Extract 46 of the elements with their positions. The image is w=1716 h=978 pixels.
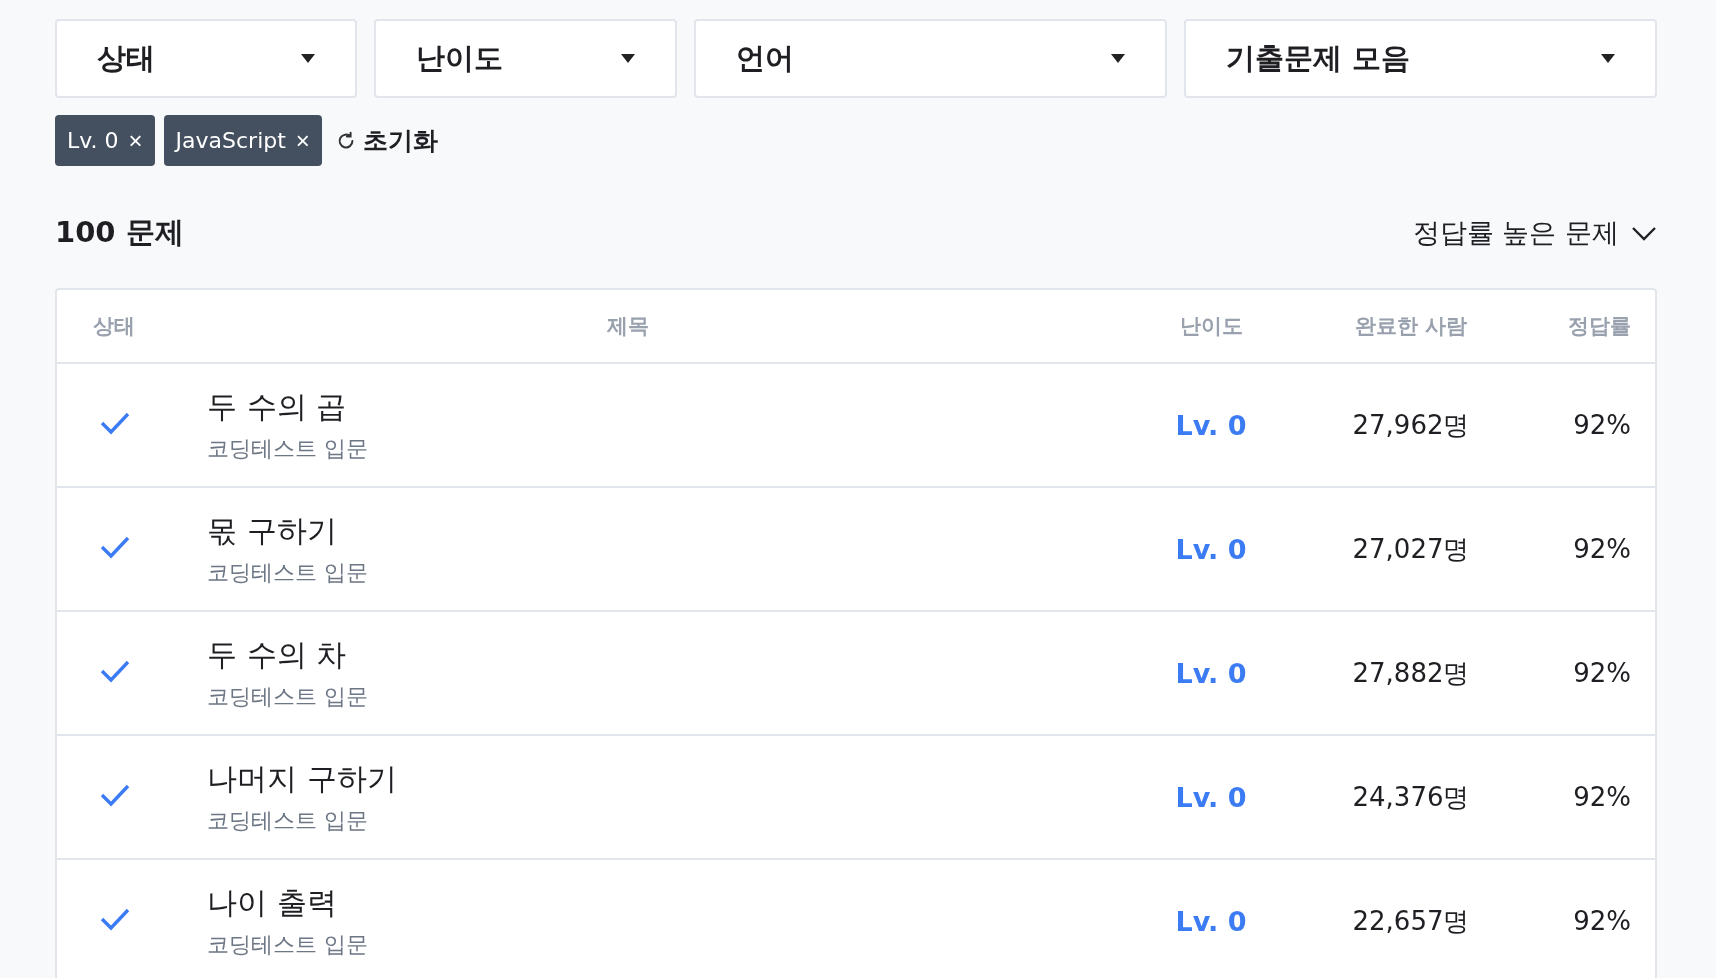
problem-count: 100 문제 [55, 214, 184, 251]
column-header: 정답률 [1568, 313, 1631, 340]
completed-count: 27,882명 [1352, 656, 1470, 690]
problem-category: 코딩테스트 입문 [207, 930, 368, 959]
filter-dropdown[interactable]: 언어 [693, 19, 1167, 98]
chevron-down-icon [1631, 225, 1657, 241]
filter-dropdown[interactable]: 상태 [55, 19, 358, 98]
filter-dropdown[interactable]: 난이도 [374, 19, 677, 98]
chip-label: JavaScript [175, 128, 286, 153]
difficulty-level: Lv. 0 [1175, 657, 1247, 689]
completed-count: 22,657명 [1352, 904, 1470, 938]
accuracy-rate: 92% [1573, 534, 1631, 564]
caret-icon [1110, 54, 1125, 63]
problem-category: 코딩테스트 입문 [207, 434, 368, 463]
problem-title[interactable]: 나머지 구하기 [207, 758, 397, 800]
accuracy-rate: 92% [1573, 906, 1631, 936]
remove-button[interactable]: × [128, 126, 143, 155]
column-header: 난이도 [1179, 313, 1243, 340]
column-header: 제목 [606, 313, 649, 340]
column-header: 상태 [92, 313, 136, 340]
remove-button[interactable]: × [295, 126, 310, 155]
column-header: 완료한 사람 [1354, 313, 1468, 340]
caret-icon [1601, 54, 1615, 63]
sort-dropdown[interactable]: 정답률 높은 문제 [1412, 215, 1657, 251]
difficulty-level: Lv. 0 [1175, 905, 1247, 937]
filter-dropdown[interactable]: 기출문제 모음 [1183, 19, 1657, 98]
caret-icon [620, 54, 635, 63]
accuracy-rate: 92% [1573, 782, 1631, 812]
accuracy-rate: 92% [1573, 410, 1631, 440]
problem-category: 코딩테스트 입문 [207, 558, 368, 587]
problem-title[interactable]: 두 수의 곱 [207, 386, 347, 428]
problem-title[interactable]: 나이 출력 [207, 882, 337, 924]
reset-button[interactable]: 초기화 [330, 124, 442, 157]
problem-category: 코딩테스트 입문 [207, 806, 368, 835]
difficulty-level: Lv. 0 [1175, 781, 1247, 813]
completed-count: 27,027명 [1352, 532, 1470, 566]
completed-count: 27,962명 [1352, 408, 1470, 442]
chip-label: Lv. 0 [67, 128, 119, 153]
caret-icon [301, 54, 316, 63]
difficulty-level: Lv. 0 [1175, 533, 1247, 565]
problem-category: 코딩테스트 입문 [207, 682, 368, 711]
difficulty-level: Lv. 0 [1175, 409, 1247, 441]
completed-count: 24,376명 [1352, 780, 1470, 814]
problem-title[interactable]: 몫 구하기 [207, 510, 337, 552]
accuracy-rate: 92% [1573, 658, 1631, 688]
problem-title[interactable]: 두 수의 차 [207, 634, 347, 676]
